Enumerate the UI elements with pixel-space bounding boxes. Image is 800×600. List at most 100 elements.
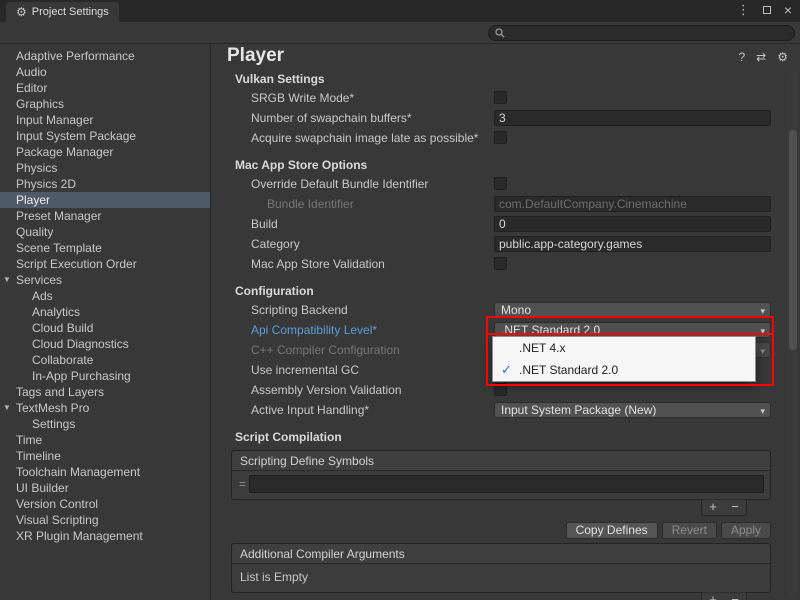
sidebar-item-cloud-diagnostics[interactable]: Cloud Diagnostics — [0, 336, 210, 352]
checkbox-mac-app-store-validation[interactable] — [494, 257, 507, 270]
sidebar-item-label: Preset Manager — [16, 209, 101, 223]
property-row-category: Categorypublic.app-category.games — [211, 234, 800, 254]
revert-button[interactable]: Revert — [662, 522, 717, 539]
search-input[interactable] — [509, 27, 788, 39]
sidebar-item-input-manager[interactable]: Input Manager — [0, 112, 210, 128]
sidebar-list: Adaptive PerformanceAudioEditorGraphicsI… — [0, 48, 210, 544]
sidebar-item-package-manager[interactable]: Package Manager — [0, 144, 210, 160]
sidebar-item-version-control[interactable]: Version Control — [0, 496, 210, 512]
sidebar-item-collaborate[interactable]: Collaborate — [0, 352, 210, 368]
gear-icon[interactable]: ⚙ — [777, 50, 788, 64]
vertical-scrollbar[interactable] — [787, 70, 799, 598]
sidebar-item-ads[interactable]: Ads — [0, 288, 210, 304]
property-row-override-default-bundle-identifier: Override Default Bundle Identifier — [211, 174, 800, 194]
sidebar-item-in-app-purchasing[interactable]: In-App Purchasing — [0, 368, 210, 384]
define-symbol-row: = — [236, 475, 764, 493]
section-header-configuration: Configuration — [211, 282, 800, 300]
add-icon[interactable]: + — [702, 500, 724, 515]
popup-item-net-standard-2-0[interactable]: ✓.NET Standard 2.0 — [493, 359, 755, 381]
scrollbar-thumb[interactable] — [789, 130, 797, 350]
dropdown-value: Mono — [501, 303, 531, 317]
sidebar-item-textmesh-pro[interactable]: ▼TextMesh Pro — [0, 400, 210, 416]
sidebar-item-label: Package Manager — [16, 145, 113, 159]
help-icon[interactable]: ? — [738, 50, 745, 64]
text-field-bundle-identifier[interactable]: com.DefaultCompany.Cinemachine — [494, 196, 771, 212]
checkbox-acquire-swapchain-image-late-as-possible[interactable] — [494, 131, 507, 144]
popup-item-label: .NET Standard 2.0 — [519, 363, 618, 377]
section-header-mac-app-store-options: Mac App Store Options — [211, 156, 800, 174]
sidebar-item-label: Toolchain Management — [16, 465, 140, 479]
sidebar-item-quality[interactable]: Quality — [0, 224, 210, 240]
property-label: Acquire swapchain image late as possible… — [251, 131, 478, 145]
player-settings-panel: Player ? ⇄ ⚙ Vulkan SettingsSRGB Write M… — [211, 44, 800, 600]
define-symbol-input[interactable] — [249, 475, 764, 493]
sidebar-item-label: Version Control — [16, 497, 98, 511]
sidebar-item-time[interactable]: Time — [0, 432, 210, 448]
sidebar-item-physics[interactable]: Physics — [0, 160, 210, 176]
sidebar-item-tags-and-layers[interactable]: Tags and Layers — [0, 384, 210, 400]
maximize-icon[interactable] — [763, 6, 771, 14]
page-title: Player — [227, 45, 284, 67]
dropdown-arrow-icon: ▾ — [760, 304, 765, 318]
copy-defines-button[interactable]: Copy Defines — [566, 522, 658, 539]
property-label: Api Compatibility Level* — [251, 323, 377, 337]
foldout-arrow-icon[interactable]: ▼ — [3, 400, 11, 416]
sidebar-item-timeline[interactable]: Timeline — [0, 448, 210, 464]
sidebar-item-audio[interactable]: Audio — [0, 64, 210, 80]
sidebar-item-analytics[interactable]: Analytics — [0, 304, 210, 320]
checkbox-override-default-bundle-identifier[interactable] — [494, 177, 507, 190]
sidebar-item-settings[interactable]: Settings — [0, 416, 210, 432]
sidebar-item-script-execution-order[interactable]: Script Execution Order — [0, 256, 210, 272]
dropdown-arrow-icon: ▾ — [760, 324, 765, 338]
sidebar-item-label: Quality — [16, 225, 53, 239]
sidebar-item-toolchain-management[interactable]: Toolchain Management — [0, 464, 210, 480]
sidebar-item-graphics[interactable]: Graphics — [0, 96, 210, 112]
dropdown-arrow-icon: ▾ — [760, 344, 765, 358]
sidebar-item-preset-manager[interactable]: Preset Manager — [0, 208, 210, 224]
sidebar-item-editor[interactable]: Editor — [0, 80, 210, 96]
property-row-acquire-swapchain-image-late-as-possible: Acquire swapchain image late as possible… — [211, 128, 800, 148]
checkbox-assembly-version-validation[interactable] — [494, 383, 507, 396]
sidebar-item-physics-2d[interactable]: Physics 2D — [0, 176, 210, 192]
text-field-build[interactable]: 0 — [494, 216, 771, 232]
search-box[interactable] — [488, 25, 795, 41]
sidebar-item-label: Visual Scripting — [16, 513, 99, 527]
remove-icon[interactable]: − — [724, 500, 746, 515]
sidebar-item-label: Time — [16, 433, 42, 447]
dropdown-scripting-backend[interactable]: Mono ▾ — [494, 302, 771, 318]
sidebar-item-label: Editor — [16, 81, 47, 95]
project-settings-window: ⚙ Project Settings ⋮ × Adaptive Performa… — [0, 0, 800, 600]
sidebar-item-ui-builder[interactable]: UI Builder — [0, 480, 210, 496]
additional-compiler-arguments-box: Additional Compiler Arguments List is Em… — [231, 543, 771, 593]
drag-handle-icon[interactable]: = — [236, 477, 249, 491]
property-row-assembly-version-validation: Assembly Version Validation — [211, 380, 800, 400]
sidebar-item-label: Physics — [16, 161, 57, 175]
property-label: Build — [251, 217, 278, 231]
sidebar-item-xr-plugin-management[interactable]: XR Plugin Management — [0, 528, 210, 544]
popup-item-net-4-x[interactable]: ✓.NET 4.x — [493, 337, 755, 359]
tab-project-settings[interactable]: ⚙ Project Settings — [6, 2, 119, 22]
add-icon[interactable]: + — [702, 593, 724, 600]
sidebar-item-input-system-package[interactable]: Input System Package — [0, 128, 210, 144]
presets-icon[interactable]: ⇄ — [756, 50, 766, 64]
remove-icon[interactable]: − — [724, 593, 746, 600]
checkbox-srgb-write-mode[interactable] — [494, 91, 507, 104]
sidebar-item-cloud-build[interactable]: Cloud Build — [0, 320, 210, 336]
sidebar-item-adaptive-performance[interactable]: Adaptive Performance — [0, 48, 210, 64]
checkmark-icon: ✓ — [501, 362, 519, 378]
list-empty-text: List is Empty — [236, 568, 764, 586]
apply-button[interactable]: Apply — [721, 522, 771, 539]
property-row-bundle-identifier: Bundle Identifiercom.DefaultCompany.Cine… — [211, 194, 800, 214]
sidebar-item-services[interactable]: ▼Services — [0, 272, 210, 288]
sidebar-item-scene-template[interactable]: Scene Template — [0, 240, 210, 256]
dropdown-active-input-handling[interactable]: Input System Package (New)▾ — [494, 402, 771, 418]
compiler-args-footer: + − — [231, 593, 771, 600]
kebab-menu-icon[interactable]: ⋮ — [737, 2, 750, 18]
sidebar-item-player[interactable]: Player — [0, 192, 210, 208]
close-icon[interactable]: × — [784, 3, 792, 17]
foldout-arrow-icon[interactable]: ▼ — [3, 272, 11, 288]
text-field-category[interactable]: public.app-category.games — [494, 236, 771, 252]
text-field-number-of-swapchain-buffers[interactable]: 3 — [494, 110, 771, 126]
sidebar-item-label: Scene Template — [16, 241, 102, 255]
sidebar-item-visual-scripting[interactable]: Visual Scripting — [0, 512, 210, 528]
